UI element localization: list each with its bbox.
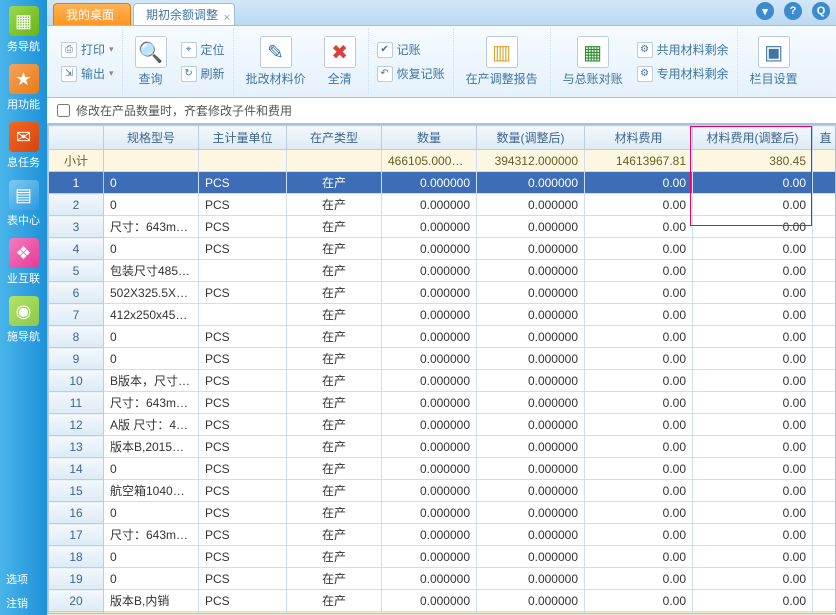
close-icon[interactable]: ×	[224, 7, 230, 29]
table-row[interactable]: 13版本B,2015…PCS 在产0.0000000.000000 0.000.…	[49, 436, 836, 458]
refresh-icon: ↻	[181, 66, 197, 82]
columns-icon: ▣	[758, 36, 790, 68]
subtotal-row: 小计 466105.000000394312.000000 14613967.8…	[49, 150, 836, 172]
unbook-button[interactable]: ↶恢复记账	[377, 64, 445, 84]
spec-icon: ⚙	[637, 66, 653, 82]
modify-qty-label: 修改在产品数量时，齐套修改子件和费用	[76, 102, 292, 119]
data-grid[interactable]: 规格型号 主计量单位 在产类型 数量 数量(调整后) 材料费用 材料费用(调整后…	[47, 124, 836, 614]
compare-button[interactable]: ▦与总账对账	[559, 34, 627, 89]
header-row: 规格型号 主计量单位 在产类型 数量 数量(调整后) 材料费用 材料费用(调整后…	[49, 126, 836, 150]
clear-all-button[interactable]: ✖全清	[320, 34, 360, 89]
sidebar-foot: 选项 注销	[0, 567, 47, 615]
tab-balance-adjust[interactable]: 期初余额调整×	[133, 3, 235, 25]
main-area: 我的桌面 期初余额调整× ▾ ? Q ⎙打印▾ ⇲输出▾ 🔍查询 ⌖定位 ↻刷新…	[47, 0, 836, 614]
table-row[interactable]: 10B版本，尺寸…PCS 在产0.0000000.000000 0.000.00	[49, 370, 836, 392]
tab-desktop[interactable]: 我的桌面	[53, 3, 131, 25]
col-qty[interactable]: 数量	[382, 126, 477, 150]
footer-label: 合计	[49, 612, 104, 615]
report-icon: ▥	[486, 36, 518, 68]
book-button[interactable]: ✔记账	[377, 40, 445, 60]
printer-icon: ⎙	[61, 42, 77, 58]
grid2-icon: ❖	[9, 238, 39, 268]
table-row[interactable]: 20版本B,内销PCS 在产0.0000000.000000 0.000.00	[49, 590, 836, 612]
share-material-button[interactable]: ⚙共用材料剩余	[637, 40, 729, 60]
delete-icon: ✖	[324, 36, 356, 68]
columns-button[interactable]: ▣栏目设置	[746, 34, 802, 89]
table-row[interactable]: 180PCS 在产0.0000000.000000 0.000.00	[49, 546, 836, 568]
search-doc-icon: 🔍	[135, 36, 167, 68]
col-qty-adj[interactable]: 数量(调整后)	[477, 126, 585, 150]
doc-icon: ▤	[9, 180, 39, 210]
locate-icon: ⌖	[181, 42, 197, 58]
query-button[interactable]: 🔍查询	[131, 34, 171, 89]
ribbon-toolbar: ⎙打印▾ ⇲输出▾ 🔍查询 ⌖定位 ↻刷新 ✎批改材料价 ✖全清 ✔记账 ↶恢复…	[47, 26, 836, 98]
table-row[interactable]: 10PCS 在产0.0000000.000000 0.000.00	[49, 172, 836, 194]
export-icon: ⇲	[61, 66, 77, 82]
nav-impl[interactable]: ◉施导航	[0, 290, 47, 348]
mail-icon: ✉	[9, 122, 39, 152]
table-row[interactable]: 40PCS 在产0.0000000.000000 0.000.00	[49, 238, 836, 260]
tab-bar: 我的桌面 期初余额调整× ▾ ? Q	[47, 0, 836, 26]
modify-qty-checkbox[interactable]	[57, 104, 70, 117]
logout-link[interactable]: 注销	[0, 591, 47, 615]
nav-tasks[interactable]: ✉息任务	[0, 116, 47, 174]
table-row[interactable]: 11尺寸：643mm…PCS 在产0.0000000.000000 0.000.…	[49, 392, 836, 414]
table-row[interactable]: 3尺寸：643mm…PCS 在产0.0000000.000000 0.000.0…	[49, 216, 836, 238]
table-row[interactable]: 160PCS 在产0.0000000.000000 0.000.00	[49, 502, 836, 524]
table-row[interactable]: 80PCS 在产0.0000000.000000 0.000.00	[49, 326, 836, 348]
col-unit[interactable]: 主计量单位	[199, 126, 287, 150]
batch-price-button[interactable]: ✎批改材料价	[242, 34, 310, 89]
compass-icon: ◉	[9, 296, 39, 326]
table-row[interactable]: 140PCS 在产0.0000000.000000 0.000.00	[49, 458, 836, 480]
col-spec[interactable]: 规格型号	[104, 126, 199, 150]
left-sidebar: ▦务导航 ★用功能 ✉息任务 ▤表中心 ❖业互联 ◉施导航 选项 注销	[0, 0, 47, 615]
refresh-button[interactable]: ↻刷新	[181, 64, 225, 84]
report-button[interactable]: ▥在产调整报告	[462, 34, 542, 89]
col-mat-fee-adj[interactable]: 材料费用(调整后)	[693, 126, 813, 150]
locate-button[interactable]: ⌖定位	[181, 40, 225, 60]
output-button[interactable]: ⇲输出▾	[61, 64, 114, 84]
col-type[interactable]: 在产类型	[287, 126, 382, 150]
table-row[interactable]: 20PCS 在产0.0000000.000000 0.000.00	[49, 194, 836, 216]
share-icon: ⚙	[637, 42, 653, 58]
table-row[interactable]: 15航空箱1040…PCS 在产0.0000000.000000 0.000.0…	[49, 480, 836, 502]
table-row[interactable]: 7412x250x458… 在产0.0000000.000000 0.000.0…	[49, 304, 836, 326]
table-row[interactable]: 5包装尺寸485… 在产0.0000000.000000 0.000.00	[49, 260, 836, 282]
star-icon: ★	[9, 64, 39, 94]
grid-icon: ▦	[9, 6, 39, 36]
nav-collab[interactable]: ❖业互联	[0, 232, 47, 290]
help-icon[interactable]: ?	[784, 2, 802, 20]
col-rownum[interactable]	[49, 126, 104, 150]
check-icon: ✔	[377, 42, 393, 58]
ledger-icon: ▦	[577, 36, 609, 68]
table-row[interactable]: 12A版 尺寸：4…PCS 在产0.0000000.000000 0.000.0…	[49, 414, 836, 436]
table-row[interactable]: 90PCS 在产0.0000000.000000 0.000.00	[49, 348, 836, 370]
table-row[interactable]: 6502X325.5X1…PCS 在产0.0000000.000000 0.00…	[49, 282, 836, 304]
edit-icon: ✎	[260, 36, 292, 68]
footer-row: 合计 466105.000000 394312.000000 14613967.…	[49, 612, 836, 615]
print-button[interactable]: ⎙打印▾	[61, 40, 114, 60]
options-link[interactable]: 选项	[0, 567, 47, 591]
option-bar: 修改在产品数量时，齐套修改子件和费用	[47, 98, 836, 124]
tabbar-actions: ▾ ? Q	[756, 2, 830, 20]
search-icon[interactable]: Q	[812, 2, 830, 20]
nav-reports[interactable]: ▤表中心	[0, 174, 47, 232]
table-row[interactable]: 17尺寸：643mm…PCS 在产0.0000000.000000 0.000.…	[49, 524, 836, 546]
col-mat-fee[interactable]: 材料费用	[585, 126, 693, 150]
spec-material-button[interactable]: ⚙专用材料剩余	[637, 64, 729, 84]
table-row[interactable]: 190PCS 在产0.0000000.000000 0.000.00	[49, 568, 836, 590]
col-more[interactable]: 直	[813, 126, 836, 150]
dropdown-icon[interactable]: ▾	[756, 2, 774, 20]
undo-icon: ↶	[377, 66, 393, 82]
nav-services[interactable]: ▦务导航	[0, 0, 47, 58]
nav-functions[interactable]: ★用功能	[0, 58, 47, 116]
